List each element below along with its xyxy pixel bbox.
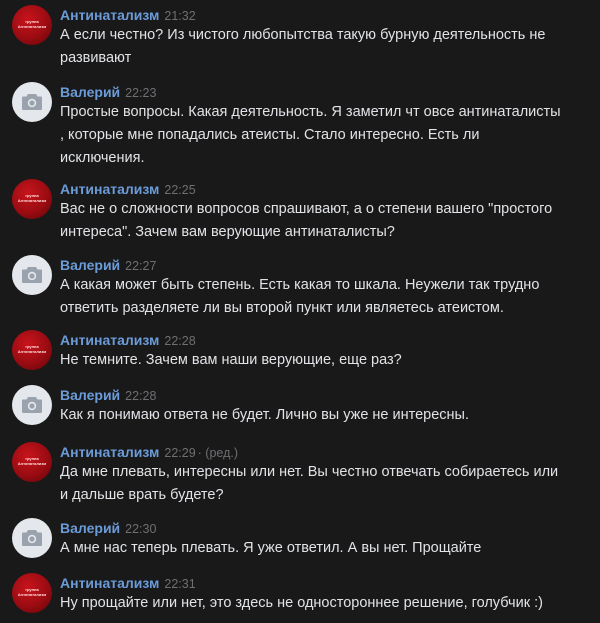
author-name[interactable]: Антинатализм: [60, 7, 159, 23]
message-text: Простые вопросы. Какая деятельность. Я з…: [60, 104, 561, 166]
avatar[interactable]: группа Антинатализм: [12, 5, 52, 45]
avatar[interactable]: [12, 385, 52, 425]
message-text: А если честно? Из чистого любопытства та…: [60, 27, 546, 66]
avatar[interactable]: группа Антинатализм: [12, 573, 52, 613]
author-name[interactable]: Валерий: [60, 84, 120, 100]
camera-icon: [22, 397, 42, 413]
author-name[interactable]: Валерий: [60, 257, 120, 273]
author-name[interactable]: Валерий: [60, 520, 120, 536]
avatar-logo: группа Антинатализм: [17, 193, 47, 203]
message-text: А какая может быть степень. Есть какая т…: [60, 277, 540, 316]
message-text: А мне нас теперь плевать. Я уже ответил.…: [60, 540, 482, 556]
avatar[interactable]: [12, 518, 52, 558]
camera-icon: [22, 530, 42, 546]
author-name[interactable]: Валерий: [60, 387, 120, 403]
timestamp[interactable]: 21:32: [164, 9, 195, 23]
timestamp[interactable]: 22:30: [125, 522, 156, 536]
message-text: Не темните. Зачем вам наши верующие, еще…: [60, 352, 402, 368]
timestamp[interactable]: 22:29: [164, 446, 195, 460]
timestamp[interactable]: 22:28: [125, 389, 156, 403]
message-text: Да мне плевать, интересны или нет. Вы че…: [60, 464, 559, 503]
author-name[interactable]: Антинатализм: [60, 181, 159, 197]
author-name[interactable]: Антинатализм: [60, 444, 159, 460]
timestamp[interactable]: 22:31: [164, 577, 195, 591]
message-text: Ну прощайте или нет, это здесь не одност…: [60, 595, 543, 611]
edited-label: · (ред.): [197, 446, 239, 460]
timestamp[interactable]: 22:25: [164, 183, 195, 197]
avatar[interactable]: [12, 82, 52, 122]
avatar[interactable]: группа Антинатализм: [12, 330, 52, 370]
timestamp[interactable]: 22:27: [125, 259, 156, 273]
avatar[interactable]: [12, 255, 52, 295]
avatar[interactable]: группа Антинатализм: [12, 179, 52, 219]
author-name[interactable]: Антинатализм: [60, 575, 159, 591]
message-text: Как я понимаю ответа не будет. Лично вы …: [60, 407, 470, 423]
avatar-logo: группа Антинатализм: [17, 19, 47, 29]
avatar-logo: группа Антинатализм: [17, 456, 47, 466]
timestamp[interactable]: 22:23: [125, 86, 156, 100]
camera-icon: [22, 267, 42, 283]
avatar-logo: группа Антинатализм: [17, 344, 47, 354]
timestamp[interactable]: 22:28: [164, 334, 195, 348]
author-name[interactable]: Антинатализм: [60, 332, 159, 348]
message-text: Вас не о сложности вопросов спрашивают, …: [60, 201, 553, 240]
camera-icon: [22, 94, 42, 110]
avatar[interactable]: группа Антинатализм: [12, 442, 52, 482]
avatar-logo: группа Антинатализм: [17, 587, 47, 597]
chat-history: группа Антинатализм Антинатализм 21:32 А …: [0, 0, 600, 623]
